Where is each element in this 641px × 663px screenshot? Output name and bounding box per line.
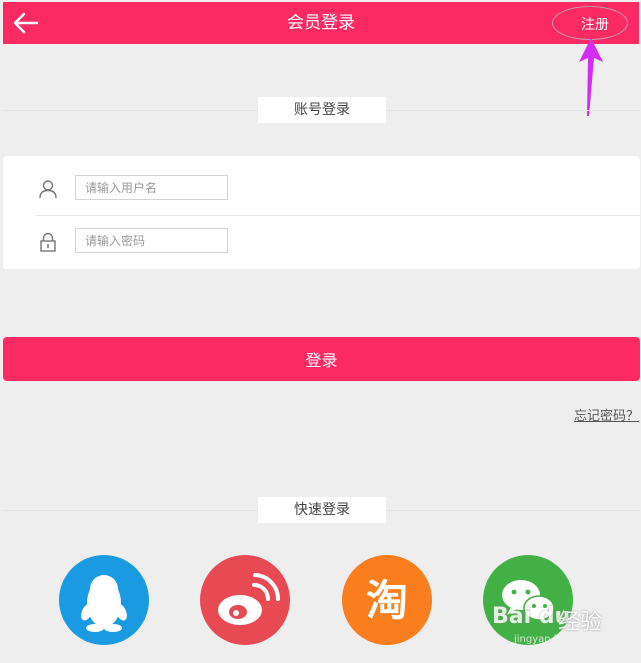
svg-text:淘: 淘 bbox=[366, 576, 408, 625]
form-divider bbox=[36, 215, 640, 216]
taobao-icon: 淘 bbox=[366, 576, 408, 625]
qq-penguin-icon bbox=[81, 575, 127, 632]
annotation-arrow-icon bbox=[579, 38, 603, 116]
taobao-login-button[interactable]: 淘 bbox=[342, 555, 432, 645]
password-input[interactable] bbox=[75, 228, 228, 253]
login-button[interactable]: 登录 bbox=[3, 337, 640, 381]
weibo-icon bbox=[218, 573, 281, 625]
username-input[interactable] bbox=[75, 175, 228, 200]
watermark-url: jingyan.baidu.com bbox=[514, 634, 607, 645]
account-login-label: 账号登录 bbox=[258, 97, 386, 123]
quick-login-label: 快速登录 bbox=[258, 497, 386, 523]
annotation-ellipse bbox=[552, 6, 628, 40]
user-icon bbox=[38, 179, 58, 199]
baidu-jingyan-watermark: Bai du 经验 jingyan.baidu.com bbox=[490, 602, 630, 652]
watermark-brand-cn: 经验 bbox=[558, 610, 603, 635]
lock-icon bbox=[38, 232, 58, 252]
page-title: 会员登录 bbox=[287, 13, 355, 33]
qq-login-button[interactable] bbox=[59, 555, 149, 645]
login-form-card bbox=[3, 156, 640, 269]
header-bar: 会员登录 注册 bbox=[3, 2, 639, 44]
weibo-login-button[interactable] bbox=[200, 555, 290, 645]
forgot-password-link[interactable]: 忘记密码？ bbox=[574, 405, 639, 424]
